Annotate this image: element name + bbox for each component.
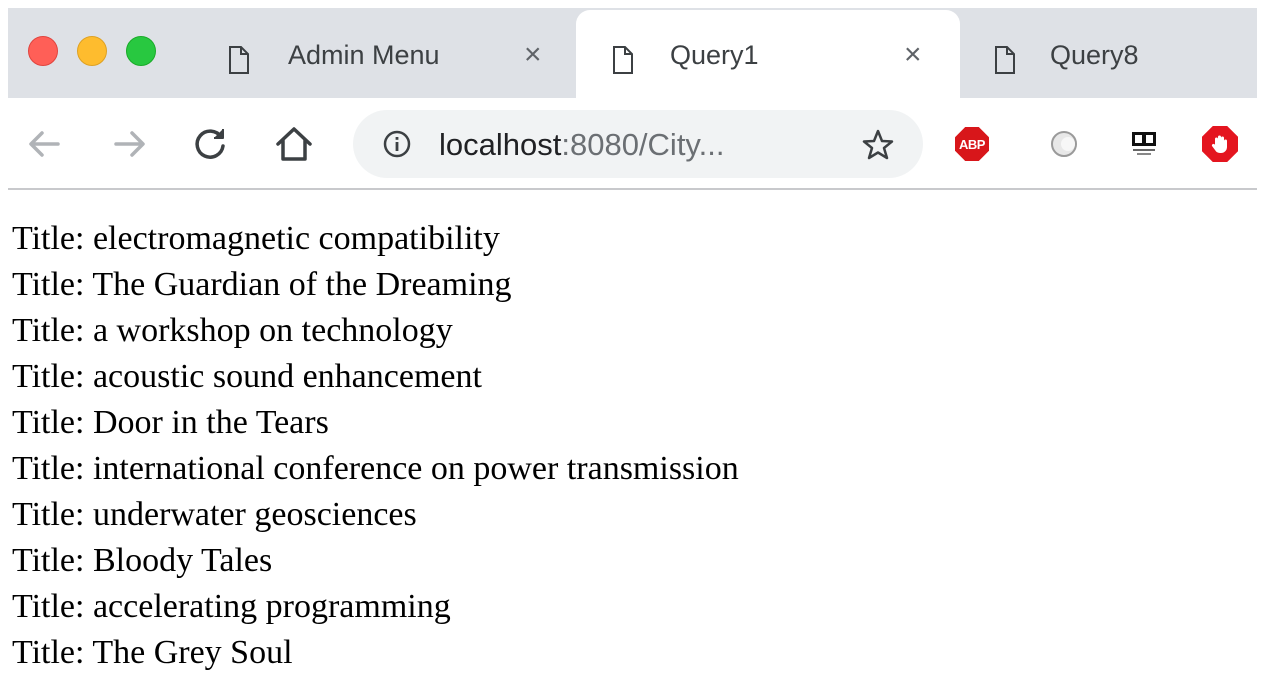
result-line: Title: underwater geosciences xyxy=(12,492,1242,538)
close-window-button[interactable] xyxy=(28,36,58,66)
close-tab-icon[interactable]: × xyxy=(524,38,542,72)
reload-icon xyxy=(195,129,225,159)
star-icon[interactable] xyxy=(861,128,895,162)
home-button[interactable] xyxy=(272,122,316,166)
info-icon[interactable] xyxy=(383,130,411,158)
result-line: Title: Door in the Tears xyxy=(12,400,1242,446)
back-button[interactable] xyxy=(22,122,66,166)
home-icon xyxy=(276,127,312,161)
url-path: :8080/City... xyxy=(561,127,725,162)
adblock-plus-icon[interactable]: ABP xyxy=(952,124,992,164)
document-icon xyxy=(229,46,249,74)
title-prefix: Title: xyxy=(12,358,85,395)
title-prefix: Title: xyxy=(12,450,85,487)
result-line: Title: accelerating programming xyxy=(12,584,1242,630)
result-line: Title: The Grey Soul xyxy=(12,630,1242,675)
title-prefix: Title: xyxy=(12,542,85,579)
title-value: acoustic sound enhancement xyxy=(92,358,482,395)
result-line: Title: The Guardian of the Dreaming xyxy=(12,262,1242,308)
result-line: Title: electromagnetic compatibility xyxy=(12,216,1242,262)
tab-query1[interactable]: Query1 × xyxy=(576,10,960,98)
document-icon xyxy=(995,46,1015,74)
reload-button[interactable] xyxy=(188,122,232,166)
dolby-voice-icon[interactable] xyxy=(1124,124,1164,164)
page-content: Title: electromagnetic compatibility Tit… xyxy=(12,216,1242,675)
title-value: underwater geosciences xyxy=(92,496,417,533)
maximize-window-button[interactable] xyxy=(126,36,156,66)
address-bar[interactable]: localhost:8080/City... xyxy=(353,110,923,178)
arrow-right-icon xyxy=(114,131,145,157)
window-top-strip xyxy=(0,0,1261,8)
title-value: international conference on power transm… xyxy=(92,450,739,487)
title-prefix: Title: xyxy=(12,220,85,257)
title-value: accelerating programming xyxy=(92,588,451,625)
title-value: electromagnetic compatibility xyxy=(92,220,500,257)
title-prefix: Title: xyxy=(12,312,85,349)
title-value: Door in the Tears xyxy=(92,404,329,441)
title-value: The Grey Soul xyxy=(92,634,293,671)
result-line: Title: international conference on power… xyxy=(12,446,1242,492)
result-line: Title: acoustic sound enhancement xyxy=(12,354,1242,400)
title-prefix: Title: xyxy=(12,634,85,671)
url-host: localhost xyxy=(439,127,562,162)
result-line: Title: Bloody Tales xyxy=(12,538,1242,584)
title-prefix: Title: xyxy=(12,404,85,441)
tab-label: Query1 xyxy=(670,40,759,70)
url-text[interactable]: localhost:8080/City... xyxy=(439,127,724,163)
stop-hand-icon[interactable] xyxy=(1200,124,1240,164)
tab-label: Admin Menu xyxy=(288,40,440,70)
title-prefix: Title: xyxy=(12,496,85,533)
document-icon xyxy=(613,46,633,74)
tab-admin-menu[interactable]: Admin Menu × xyxy=(206,10,576,98)
title-prefix: Title: xyxy=(12,266,85,303)
title-prefix: Title: xyxy=(12,588,85,625)
title-value: The Guardian of the Dreaming xyxy=(92,266,512,303)
tab-query8[interactable]: Query8 xyxy=(960,10,1257,98)
title-value: Bloody Tales xyxy=(92,542,273,579)
tab-bar: Admin Menu × Query1 × Query8 xyxy=(8,8,1257,98)
arrow-left-icon xyxy=(29,131,60,157)
forward-button[interactable] xyxy=(108,122,152,166)
circle-extension-icon[interactable] xyxy=(1044,124,1084,164)
result-line: Title: a workshop on technology xyxy=(12,308,1242,354)
minimize-window-button[interactable] xyxy=(77,36,107,66)
title-value: a workshop on technology xyxy=(92,312,453,349)
browser-toolbar: localhost:8080/City... ABP xyxy=(8,98,1257,190)
close-tab-icon[interactable]: × xyxy=(904,38,922,72)
abp-label: ABP xyxy=(959,136,985,152)
tab-label: Query8 xyxy=(1050,40,1139,70)
